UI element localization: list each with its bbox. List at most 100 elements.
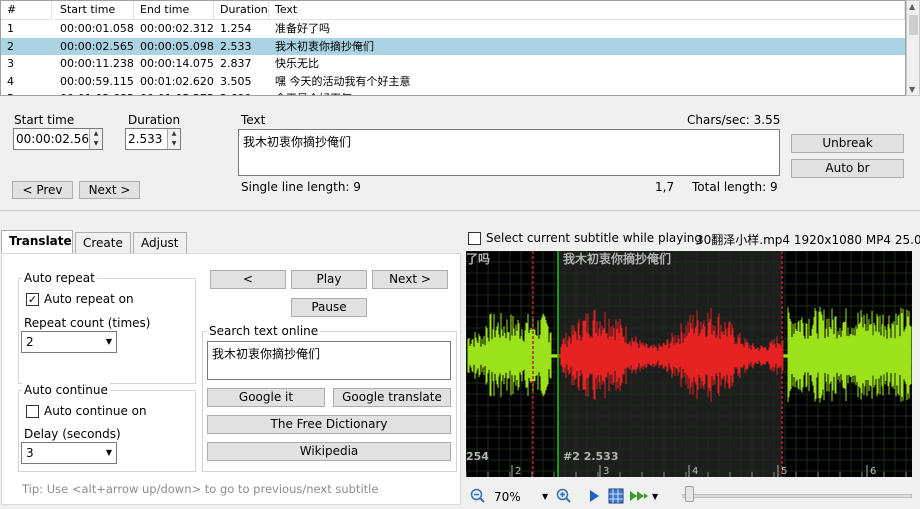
waveform-svg[interactable]: 2 3 4 5 6 了吗 我木初衷你摘抄俺们 254 #2 2.533 xyxy=(466,251,912,477)
scroll-up-icon[interactable]: ▲ xyxy=(909,2,915,11)
tip-text: Tip: Use <alt+arrow up/down> to go to pr… xyxy=(22,482,379,496)
table-row[interactable]: 3 00:00:11.238 00:00:14.075 2.837 快乐无比 xyxy=(1,55,905,72)
ruler-label: 4 xyxy=(692,466,698,477)
cell-n: 2 xyxy=(7,39,14,53)
play-selection-icon[interactable] xyxy=(588,489,600,503)
col-header-number[interactable]: # xyxy=(1,1,52,20)
duration-input[interactable]: 2.533 ▲ ▼ xyxy=(125,128,181,150)
auto-continue-label: Auto continue on xyxy=(44,404,147,418)
cell-end: 00:00:02.312 xyxy=(140,22,214,35)
waveform-toolbar: 70% ▼ ▼ xyxy=(466,483,920,509)
free-dictionary-button[interactable]: The Free Dictionary xyxy=(207,415,451,434)
next-subtitle-button[interactable]: Next > xyxy=(372,270,448,289)
spectrogram-icon[interactable] xyxy=(608,488,624,504)
start-time-input[interactable]: 00:00:02.565 ▲ ▼ xyxy=(13,128,103,150)
google-it-button[interactable]: Google it xyxy=(207,388,325,407)
waveform-panel[interactable]: 2 3 4 5 6 了吗 我木初衷你摘抄俺们 254 #2 2.533 xyxy=(466,251,912,477)
delay-select[interactable]: 3 ▼ xyxy=(21,442,117,464)
col-header-start[interactable]: Start time xyxy=(54,1,134,20)
table-row[interactable]: 500:01:02.68300:01:05.3732.690今天是个好天气 xyxy=(1,90,905,95)
chars-per-sec: Chars/sec: 3.55 xyxy=(687,113,781,127)
spin-down-icon[interactable]: ▼ xyxy=(90,139,102,149)
spin-down-icon[interactable]: ▼ xyxy=(168,139,180,149)
select-current-checkbox[interactable] xyxy=(468,232,481,245)
duration-label: Duration xyxy=(128,113,181,127)
spin-up-icon[interactable]: ▲ xyxy=(90,129,102,139)
select-current-label: Select current subtitle while playing xyxy=(486,231,702,245)
cell-text: 我木初衷你摘抄俺们 xyxy=(275,39,374,53)
chevron-down-icon: ▼ xyxy=(105,337,112,346)
next-button[interactable]: Next > xyxy=(79,181,140,199)
google-translate-button[interactable]: Google translate xyxy=(333,388,451,407)
cell-dur: 2.837 xyxy=(220,57,252,70)
cell-text: 今天是个好天气 xyxy=(269,90,905,95)
splitter[interactable] xyxy=(0,210,920,212)
prev-subtitle-button[interactable]: < xyxy=(210,270,286,289)
col-header-text[interactable]: Text xyxy=(269,1,905,20)
waveform-current-label: #2 2.533 xyxy=(563,450,619,463)
video-info: 30翻泽小样.mp4 1920x1080 MP4 25.0 xyxy=(696,233,920,247)
auto-repeat-checkbox[interactable]: ✓ xyxy=(26,293,39,306)
cell-text: 快乐无比 xyxy=(275,57,319,70)
cell-text: 准备好了吗 xyxy=(275,22,330,35)
cell-start: 00:00:59.115 xyxy=(60,74,134,88)
zoom-in-icon[interactable] xyxy=(556,488,572,504)
cell-dur: 3.505 xyxy=(220,74,252,88)
ruler-label: 5 xyxy=(781,466,787,477)
zoom-level[interactable]: 70% xyxy=(494,490,521,504)
auto-continue-checkbox[interactable] xyxy=(26,405,39,418)
waveform-prev-text: 了吗 xyxy=(466,252,490,266)
cell-dur: 2.690 xyxy=(214,90,269,95)
subtitle-text-input[interactable]: 我木初衷你摘抄俺们 xyxy=(238,129,780,176)
tab-create[interactable]: Create xyxy=(75,232,131,253)
ruler-label: 6 xyxy=(870,466,876,477)
ruler-label: 3 xyxy=(603,466,609,477)
cell-start: 00:00:11.238 xyxy=(60,57,134,70)
tab-translate[interactable]: Translate xyxy=(1,230,73,254)
auto-continue-title: Auto continue xyxy=(22,383,110,397)
table-row[interactable]: 2 00:00:02.565 00:00:05.098 2.533 我木初衷你摘抄俺们 xyxy=(1,37,905,55)
cell-n: 3 xyxy=(7,57,14,70)
wikipedia-button[interactable]: Wikipedia xyxy=(207,442,451,461)
chevron-down-icon[interactable]: ▼ xyxy=(542,492,548,501)
cell-n: 1 xyxy=(7,22,14,35)
table-row[interactable]: 4 00:00:59.115 00:01:02.620 3.505 嘿 今天的活动我有个… xyxy=(1,73,905,90)
tab-adjust[interactable]: Adjust xyxy=(133,232,187,253)
chevron-down-icon: ▼ xyxy=(105,448,112,457)
search-online-title: Search text online xyxy=(207,324,321,338)
repeat-count-label: Repeat count (times) xyxy=(24,316,151,330)
table-row[interactable]: 1 00:00:01.058 00:00:02.312 1.254 准备好了吗 xyxy=(1,20,905,37)
repeat-count-select[interactable]: 2 ▼ xyxy=(21,331,117,353)
play-button[interactable]: Play xyxy=(291,270,367,289)
pause-button[interactable]: Pause xyxy=(291,298,367,317)
translate-tab-page: Auto repeat ✓ Auto repeat on Repeat coun… xyxy=(1,253,461,505)
auto-repeat-title: Auto repeat xyxy=(22,271,97,285)
col-header-end[interactable]: End time xyxy=(134,1,214,20)
scroll-thumb[interactable] xyxy=(909,15,918,35)
col-header-duration[interactable]: Duration xyxy=(214,1,269,20)
cell-text: 嘿 今天的活动我有个好主意 xyxy=(275,74,411,88)
prev-button[interactable]: < Prev xyxy=(12,181,73,199)
position-slider-track[interactable] xyxy=(682,494,912,498)
cell-dur: 1.254 xyxy=(220,22,252,35)
grid-scrollbar[interactable]: ▲ ▼ xyxy=(906,0,920,96)
search-text-input[interactable]: 我木初衷你摘抄俺们 xyxy=(207,341,451,380)
cell-n: 5 xyxy=(1,90,52,95)
cell-start: 00:01:02.683 xyxy=(54,90,134,95)
spin-up-icon[interactable]: ▲ xyxy=(168,129,180,139)
cell-end: 00:00:05.098 xyxy=(140,39,214,53)
position-slider-handle[interactable] xyxy=(685,486,694,502)
zoom-out-icon[interactable] xyxy=(470,488,486,504)
text-label: Text xyxy=(241,113,266,127)
auto-repeat-label: Auto repeat on xyxy=(44,292,134,306)
unbreak-button[interactable]: Unbreak xyxy=(791,134,904,153)
start-time-label: Start time xyxy=(14,113,75,127)
total-length: Total length: 9 xyxy=(692,180,778,194)
subtitle-grid[interactable]: # Start time End time Duration Text 1 00:… xyxy=(0,0,906,96)
auto-br-button[interactable]: Auto br xyxy=(791,159,904,178)
cell-end: 00:01:05.373 xyxy=(134,90,214,95)
chevron-down-icon[interactable]: ▼ xyxy=(652,492,658,501)
scroll-down-icon[interactable]: ▼ xyxy=(909,85,915,94)
cursor-position: 1,7 xyxy=(655,180,675,194)
fast-forward-icon[interactable] xyxy=(629,489,649,503)
